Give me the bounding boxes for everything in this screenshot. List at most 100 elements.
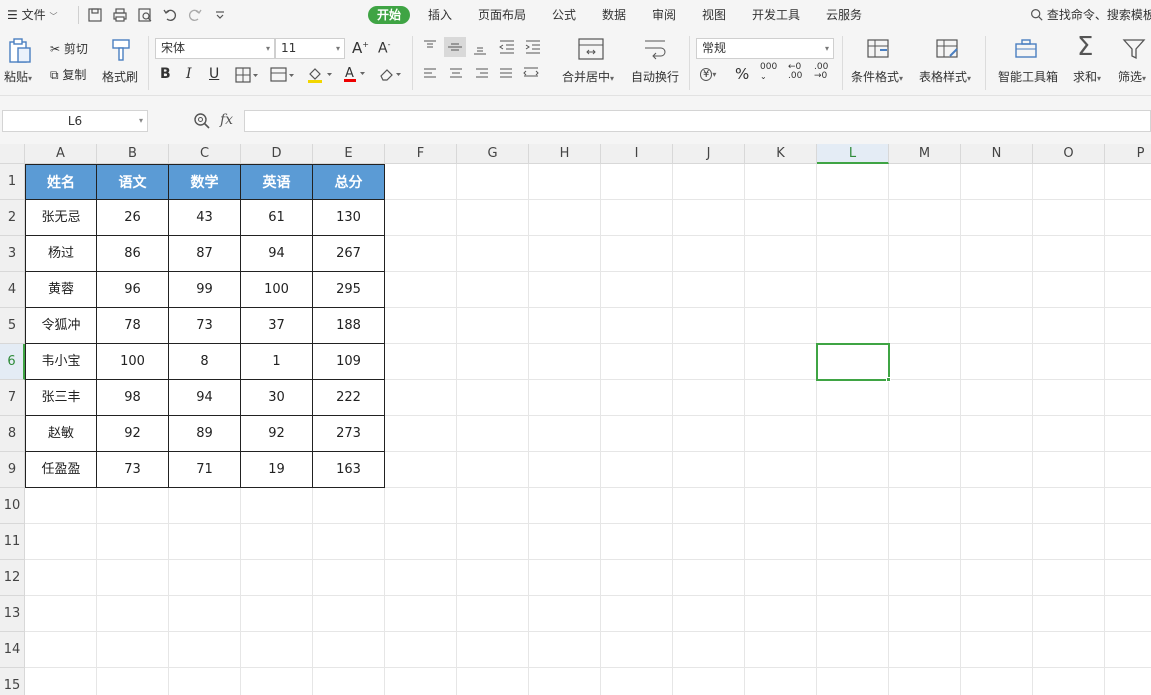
row-header-13[interactable]: 13 (0, 596, 25, 632)
tab-view[interactable]: 视图 (702, 6, 726, 24)
select-all-corner[interactable] (0, 144, 25, 164)
row-header-7[interactable]: 7 (0, 380, 25, 416)
zoom-search-icon[interactable] (193, 112, 211, 130)
conditional-format-icon[interactable] (866, 37, 892, 61)
underline-icon[interactable]: U (209, 66, 219, 82)
row-header-12[interactable]: 12 (0, 560, 25, 596)
table-cell[interactable]: 73 (97, 452, 169, 488)
table-cell[interactable]: 43 (169, 200, 241, 236)
merge-center-icon[interactable] (578, 37, 604, 61)
row-header-11[interactable]: 11 (0, 524, 25, 560)
decrease-font-size-icon[interactable]: A- (378, 40, 390, 57)
table-style-button[interactable]: 表格样式▾ (919, 68, 971, 85)
row-header-9[interactable]: 9 (0, 452, 25, 488)
active-cell-selection[interactable] (816, 343, 890, 381)
table-cell[interactable]: 92 (97, 416, 169, 452)
fx-icon[interactable]: fx (220, 112, 233, 128)
wrap-text-icon[interactable] (642, 37, 668, 61)
tab-data[interactable]: 数据 (602, 6, 626, 24)
cut-button[interactable]: ✂ 剪切 (50, 40, 88, 57)
name-box[interactable]: L6 ▾ (2, 110, 148, 132)
decrease-indent-icon[interactable] (498, 39, 516, 55)
column-header-p[interactable]: P (1105, 144, 1151, 164)
align-bottom-icon[interactable] (472, 39, 488, 55)
row-header-1[interactable]: 1 (0, 164, 25, 200)
row-header-5[interactable]: 5 (0, 308, 25, 344)
customize-toolbar-icon[interactable] (212, 7, 228, 23)
table-cell[interactable]: 267 (313, 236, 385, 272)
column-header-h[interactable]: H (529, 144, 601, 164)
table-cell[interactable]: 94 (169, 380, 241, 416)
table-cell[interactable]: 222 (313, 380, 385, 416)
table-cell[interactable]: 张无忌 (25, 200, 97, 236)
increase-decimal-icon[interactable]: ←0.00 (788, 63, 802, 81)
column-header-i[interactable]: I (601, 144, 673, 164)
table-cell[interactable]: 任盈盈 (25, 452, 97, 488)
align-top-icon[interactable] (422, 39, 438, 55)
table-cell[interactable]: 99 (169, 272, 241, 308)
worksheet-grid[interactable]: ABCDEFGHIJKLMNOP123456789101112131415姓名语… (0, 144, 1151, 695)
table-cell[interactable]: 87 (169, 236, 241, 272)
align-middle-icon[interactable] (444, 37, 466, 57)
column-header-n[interactable]: N (961, 144, 1033, 164)
column-header-l[interactable]: L (817, 144, 889, 164)
table-cell[interactable]: 273 (313, 416, 385, 452)
table-cell[interactable]: 295 (313, 272, 385, 308)
table-cell[interactable]: 86 (97, 236, 169, 272)
tab-developer[interactable]: 开发工具 (752, 6, 800, 24)
tab-formulas[interactable]: 公式 (552, 6, 576, 24)
increase-font-size-icon[interactable]: A+ (352, 39, 369, 57)
number-format-select[interactable]: 常规 ▾ (696, 38, 834, 59)
filter-icon[interactable] (1122, 38, 1146, 60)
row-header-2[interactable]: 2 (0, 200, 25, 236)
command-search[interactable]: 查找命令、搜索模板 (1030, 6, 1151, 24)
table-header-cell[interactable]: 姓名 (25, 164, 97, 200)
filter-button[interactable]: 筛选▾ (1118, 68, 1146, 85)
thousands-separator-icon[interactable]: 000⌄ (760, 63, 777, 82)
copy-button[interactable]: ⧉ 复制 (50, 66, 86, 83)
undo-icon[interactable] (162, 7, 178, 23)
table-cell[interactable]: 61 (241, 200, 313, 236)
table-cell[interactable]: 71 (169, 452, 241, 488)
tab-home[interactable]: 开始 (368, 6, 410, 24)
table-cell[interactable]: 109 (313, 344, 385, 380)
table-cell[interactable]: 令狐冲 (25, 308, 97, 344)
distributed-align-icon[interactable] (522, 66, 540, 82)
column-header-m[interactable]: M (889, 144, 961, 164)
column-header-f[interactable]: F (385, 144, 457, 164)
fill-handle[interactable] (886, 377, 891, 382)
table-cell[interactable]: 92 (241, 416, 313, 452)
toolbox-icon[interactable] (1014, 37, 1040, 61)
table-cell[interactable]: 韦小宝 (25, 344, 97, 380)
tab-cloud-services[interactable]: 云服务 (826, 6, 862, 24)
table-cell[interactable]: 赵敏 (25, 416, 97, 452)
tab-insert[interactable]: 插入 (428, 6, 452, 24)
row-header-8[interactable]: 8 (0, 416, 25, 452)
row-header-10[interactable]: 10 (0, 488, 25, 524)
table-cell[interactable]: 26 (97, 200, 169, 236)
tab-review[interactable]: 审阅 (652, 6, 676, 24)
table-cell[interactable]: 89 (169, 416, 241, 452)
italic-icon[interactable]: I (186, 66, 192, 82)
format-painter-icon[interactable] (110, 38, 132, 62)
table-cell[interactable]: 37 (241, 308, 313, 344)
column-header-k[interactable]: K (745, 144, 817, 164)
redo-icon[interactable] (187, 7, 203, 23)
merge-center-button[interactable]: 合并居中▾ (562, 68, 614, 85)
column-header-a[interactable]: A (25, 144, 97, 164)
table-cell[interactable]: 73 (169, 308, 241, 344)
table-cell[interactable]: 96 (97, 272, 169, 308)
column-header-j[interactable]: J (673, 144, 745, 164)
increase-indent-icon[interactable] (524, 39, 542, 55)
align-center-icon[interactable] (448, 67, 464, 81)
font-color-icon[interactable]: A (342, 65, 368, 83)
print-icon[interactable] (112, 7, 128, 23)
row-header-4[interactable]: 4 (0, 272, 25, 308)
table-cell[interactable]: 100 (241, 272, 313, 308)
sum-icon[interactable]: Σ (1077, 32, 1093, 62)
table-cell[interactable]: 30 (241, 380, 313, 416)
row-header-15[interactable]: 15 (0, 668, 25, 695)
column-header-o[interactable]: O (1033, 144, 1105, 164)
print-preview-icon[interactable] (137, 7, 153, 23)
column-header-e[interactable]: E (313, 144, 385, 164)
